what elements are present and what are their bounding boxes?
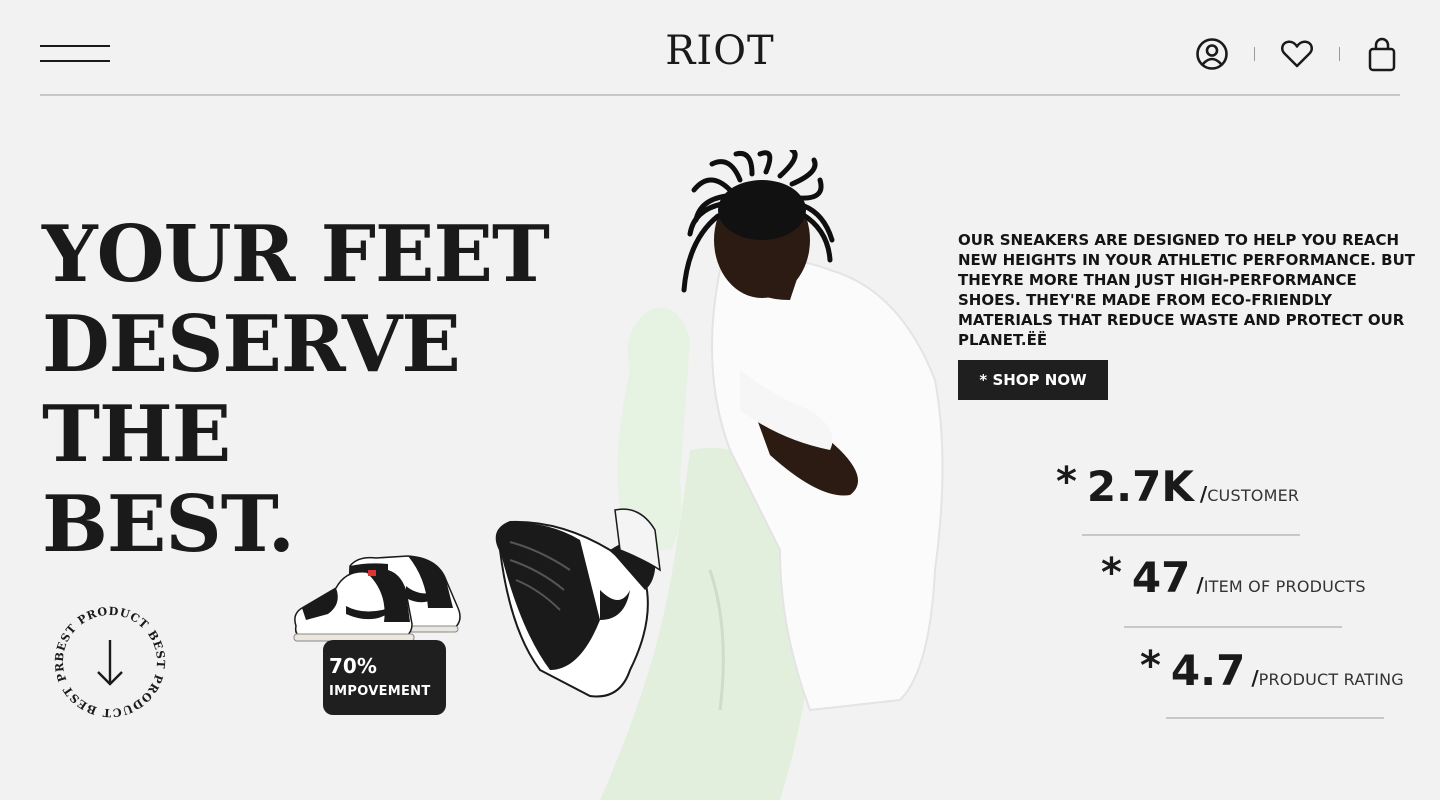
- shop-now-button[interactable]: * SHOP NOW: [958, 360, 1108, 400]
- header-divider: [1254, 47, 1255, 61]
- stat-slash: /: [1199, 482, 1208, 506]
- logo[interactable]: RIOT: [665, 28, 774, 74]
- arrow-down-icon: [97, 640, 123, 686]
- improvement-card[interactable]: 70% IMPOVEMENT: [323, 640, 446, 715]
- stat-star: *: [1140, 643, 1161, 689]
- header-icons: [1194, 34, 1400, 74]
- stat-value: 4.7: [1170, 646, 1246, 695]
- heart-icon[interactable]: [1279, 36, 1315, 72]
- stat-label: CUSTOMER: [1207, 486, 1300, 505]
- hero-model-image: [480, 147, 960, 800]
- stat-divider: [1082, 534, 1300, 536]
- top-header: RIOT: [40, 0, 1400, 96]
- menu-line: [40, 60, 110, 62]
- improvement-value: 70%: [329, 654, 377, 678]
- product-shoe-image[interactable]: [288, 548, 468, 648]
- stat-slash: /: [1251, 666, 1259, 690]
- stat-products: * 47 / ITEM OF PRODUCTS: [1101, 550, 1366, 602]
- user-icon[interactable]: [1194, 36, 1230, 72]
- stat-star: *: [1056, 459, 1077, 505]
- menu-icon[interactable]: [40, 44, 110, 64]
- stat-divider: [1124, 626, 1342, 628]
- header-divider: [1339, 47, 1340, 61]
- improvement-label: IMPOVEMENT: [329, 684, 431, 699]
- stat-customer: * 2.7K / CUSTOMER: [1056, 459, 1300, 511]
- menu-line: [40, 45, 110, 47]
- stat-rating: * 4.7 / PRODUCT RATING: [1140, 643, 1404, 695]
- stat-slash: /: [1196, 573, 1204, 597]
- stat-value: 2.7K: [1086, 462, 1194, 511]
- best-product-badge[interactable]: BEST PRODUCT BEST PRODUCT BEST PRODUCT: [47, 593, 168, 720]
- bag-icon[interactable]: [1364, 36, 1400, 72]
- stat-label: PRODUCT RATING: [1258, 670, 1404, 689]
- stat-label: ITEM OF PRODUCTS: [1203, 577, 1366, 596]
- stat-divider: [1166, 717, 1384, 719]
- kick-shoe: [495, 508, 661, 698]
- hero-description: OUR SNEAKERS ARE DESIGNED TO HELP YOU RE…: [958, 231, 1415, 349]
- stat-value: 47: [1131, 553, 1191, 602]
- stat-star: *: [1101, 550, 1122, 596]
